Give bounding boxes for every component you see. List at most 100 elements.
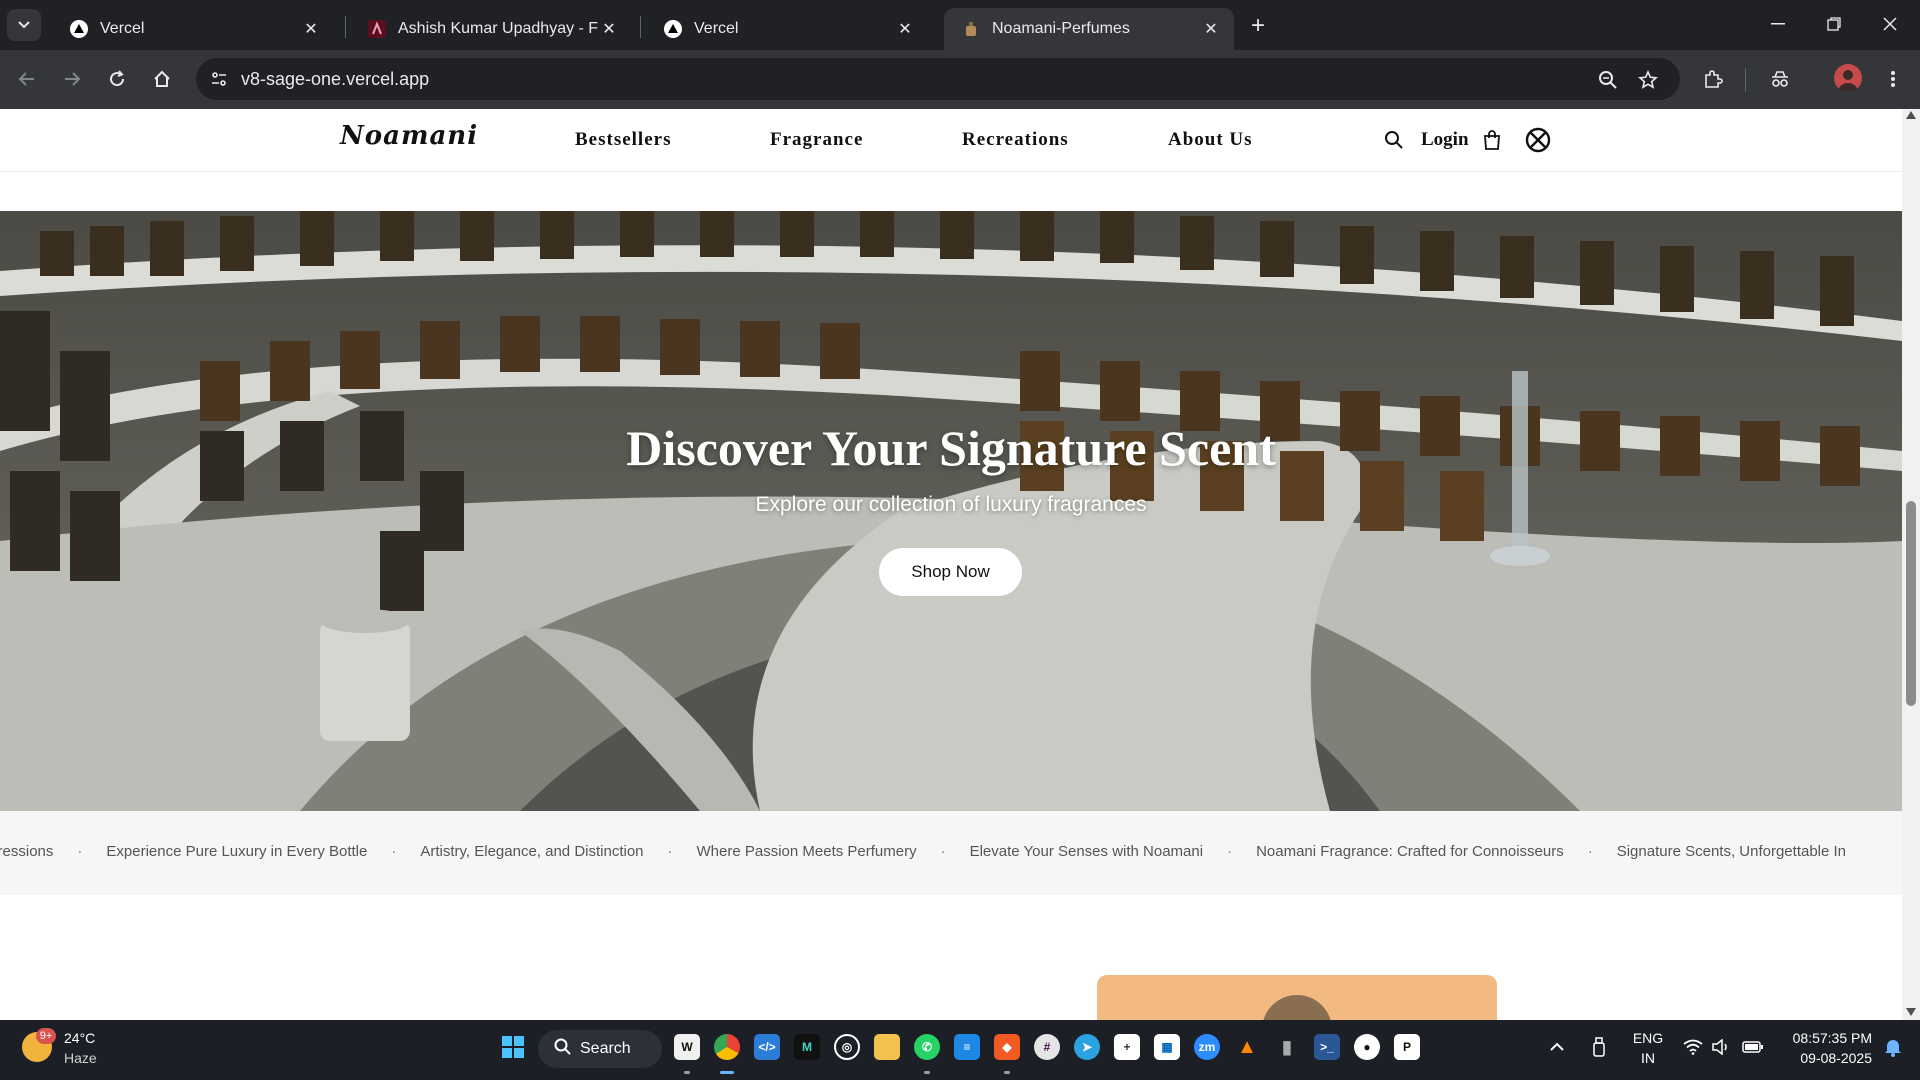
marquee-separator: · (77, 843, 83, 860)
incognito-button[interactable] (1763, 62, 1797, 96)
nav-bestsellers[interactable]: Bestsellers (575, 129, 671, 151)
perfume-icon (962, 20, 980, 38)
taskbar-search[interactable]: Search (538, 1030, 662, 1068)
dribbble-icon[interactable] (1525, 127, 1551, 153)
puzzle-icon (1705, 70, 1723, 88)
app-icon-plus[interactable]: + (1114, 1034, 1140, 1060)
zoom-app-icon[interactable]: zm (1194, 1034, 1220, 1060)
nav-recreations[interactable]: Recreations (962, 129, 1069, 151)
tagline-marquee: able Impressions · Experience Pure Luxury … (0, 811, 1902, 895)
login-link[interactable]: Login (1421, 129, 1469, 151)
whatsapp-icon[interactable]: ✆ (914, 1034, 940, 1060)
usb-device-icon[interactable] (1586, 1034, 1612, 1060)
address-bar[interactable]: v8-sage-one.vercel.app (196, 58, 1680, 100)
reload-icon (110, 70, 125, 87)
scrollbar-thumb[interactable] (1906, 501, 1916, 706)
restore-icon (1827, 17, 1841, 31)
windows-start-icon[interactable] (500, 1034, 526, 1060)
file-explorer-icon[interactable] (874, 1034, 900, 1060)
browser-tab[interactable]: Vercel ✕ (646, 8, 928, 50)
shop-now-button[interactable]: Shop Now (879, 548, 1022, 596)
vlc-icon[interactable]: ▲ (1234, 1034, 1260, 1060)
close-icon[interactable]: ✕ (1200, 18, 1222, 40)
notification-bell-icon[interactable] (1880, 1034, 1906, 1060)
marquee-separator: · (667, 843, 673, 860)
browser-tabstrip: Vercel ✕ Ashish Kumar Upadhyay - Full S … (0, 0, 1920, 50)
extensions-button[interactable] (1696, 62, 1730, 96)
tab-separator (640, 16, 641, 38)
search-icon[interactable] (1381, 127, 1407, 153)
marquee-separator: · (1587, 843, 1593, 860)
tab-title: Vercel (694, 20, 739, 37)
app-icon-1[interactable]: W (674, 1034, 700, 1060)
ms-store-icon[interactable]: ▦ (1154, 1034, 1180, 1060)
brave-icon[interactable]: ◆ (994, 1034, 1020, 1060)
zoom-icon[interactable] (1596, 68, 1620, 92)
running-indicator (720, 1071, 734, 1074)
profile-avatar[interactable] (1834, 64, 1862, 92)
close-icon[interactable]: ✕ (300, 18, 322, 40)
restore-button[interactable] (1812, 8, 1856, 40)
browser-tab[interactable]: Vercel ✕ (52, 8, 334, 50)
close-icon[interactable]: ✕ (894, 18, 916, 40)
scroll-down-arrow-icon[interactable] (1906, 1008, 1916, 1016)
marquee-item: Experience Pure Luxury in Every Bottle (106, 843, 368, 860)
volume-icon[interactable] (1708, 1034, 1734, 1060)
powershell-icon[interactable]: >_ (1314, 1034, 1340, 1060)
url-text[interactable]: v8-sage-one.vercel.app (241, 69, 429, 90)
marquee-item: Artistry, Elegance, and Distinction (420, 843, 644, 860)
marquee-separator: · (1227, 843, 1233, 860)
product-card[interactable] (1097, 975, 1497, 1020)
telegram-icon[interactable]: ➤ (1074, 1034, 1100, 1060)
shopping-bag-icon[interactable] (1479, 127, 1505, 153)
site-logo[interactable]: Noamani (340, 121, 478, 151)
browser-tab-active[interactable]: Noamani-Perfumes ✕ (944, 8, 1234, 50)
search-icon (554, 1038, 572, 1061)
app-icon-3[interactable]: P (1394, 1034, 1420, 1060)
clock-time[interactable]: 08:57:35 PM (1772, 1030, 1872, 1046)
tab-title: Ashish Kumar Upadhyay - Full S (398, 20, 598, 37)
minimize-button[interactable] (1756, 8, 1800, 40)
vercel-triangle-icon (664, 20, 682, 38)
chrome-menu-button[interactable] (1876, 62, 1910, 96)
marquee-item: able Impressions (0, 843, 54, 860)
chatgpt-icon[interactable]: ◎ (834, 1034, 860, 1060)
clock-date[interactable]: 09-08-2025 (1772, 1050, 1872, 1066)
back-button[interactable] (10, 62, 44, 96)
chrome-icon[interactable] (714, 1034, 740, 1060)
marquee-separator: · (391, 843, 397, 860)
reload-button[interactable] (100, 62, 134, 96)
close-icon[interactable]: ✕ (598, 18, 620, 40)
tab-search-button[interactable] (7, 9, 41, 41)
tab-separator (345, 16, 346, 38)
site-info-icon[interactable] (206, 66, 232, 92)
browser-tab[interactable]: Ashish Kumar Upadhyay - Full S ✕ (350, 8, 632, 50)
marquee-item: Where Passion Meets Perfumery (696, 843, 917, 860)
page-scrollbar[interactable] (1902, 109, 1920, 1020)
vscode-icon[interactable]: </> (754, 1034, 780, 1060)
recycle-bin-icon[interactable]: ▮ (1274, 1034, 1300, 1060)
language-line2[interactable]: IN (1628, 1050, 1668, 1066)
weather-condition[interactable]: Haze (64, 1050, 97, 1066)
code-editor-icon[interactable]: M (794, 1034, 820, 1060)
close-window-button[interactable] (1868, 8, 1912, 40)
wifi-icon[interactable] (1680, 1034, 1706, 1060)
forward-button[interactable] (55, 62, 89, 96)
app-icon-2[interactable]: ● (1354, 1034, 1380, 1060)
nav-about-us[interactable]: About Us (1168, 129, 1253, 151)
chevron-up-icon[interactable] (1544, 1034, 1570, 1060)
nav-fragrance[interactable]: Fragrance (770, 129, 863, 151)
home-button[interactable] (145, 62, 179, 96)
new-tab-button[interactable]: + (1244, 12, 1272, 40)
tab-title: Vercel (100, 20, 145, 37)
arrow-left-icon (18, 72, 34, 86)
slack-icon[interactable]: # (1034, 1034, 1060, 1060)
language-line1[interactable]: ENG (1628, 1030, 1668, 1046)
minimize-icon (1771, 23, 1785, 25)
scroll-up-arrow-icon[interactable] (1906, 111, 1916, 119)
marquee-separator: · (940, 843, 946, 860)
weather-temperature[interactable]: 24°C (64, 1030, 95, 1046)
battery-icon[interactable] (1740, 1034, 1766, 1060)
star-icon[interactable] (1636, 68, 1660, 92)
notepad-icon[interactable]: ≡ (954, 1034, 980, 1060)
